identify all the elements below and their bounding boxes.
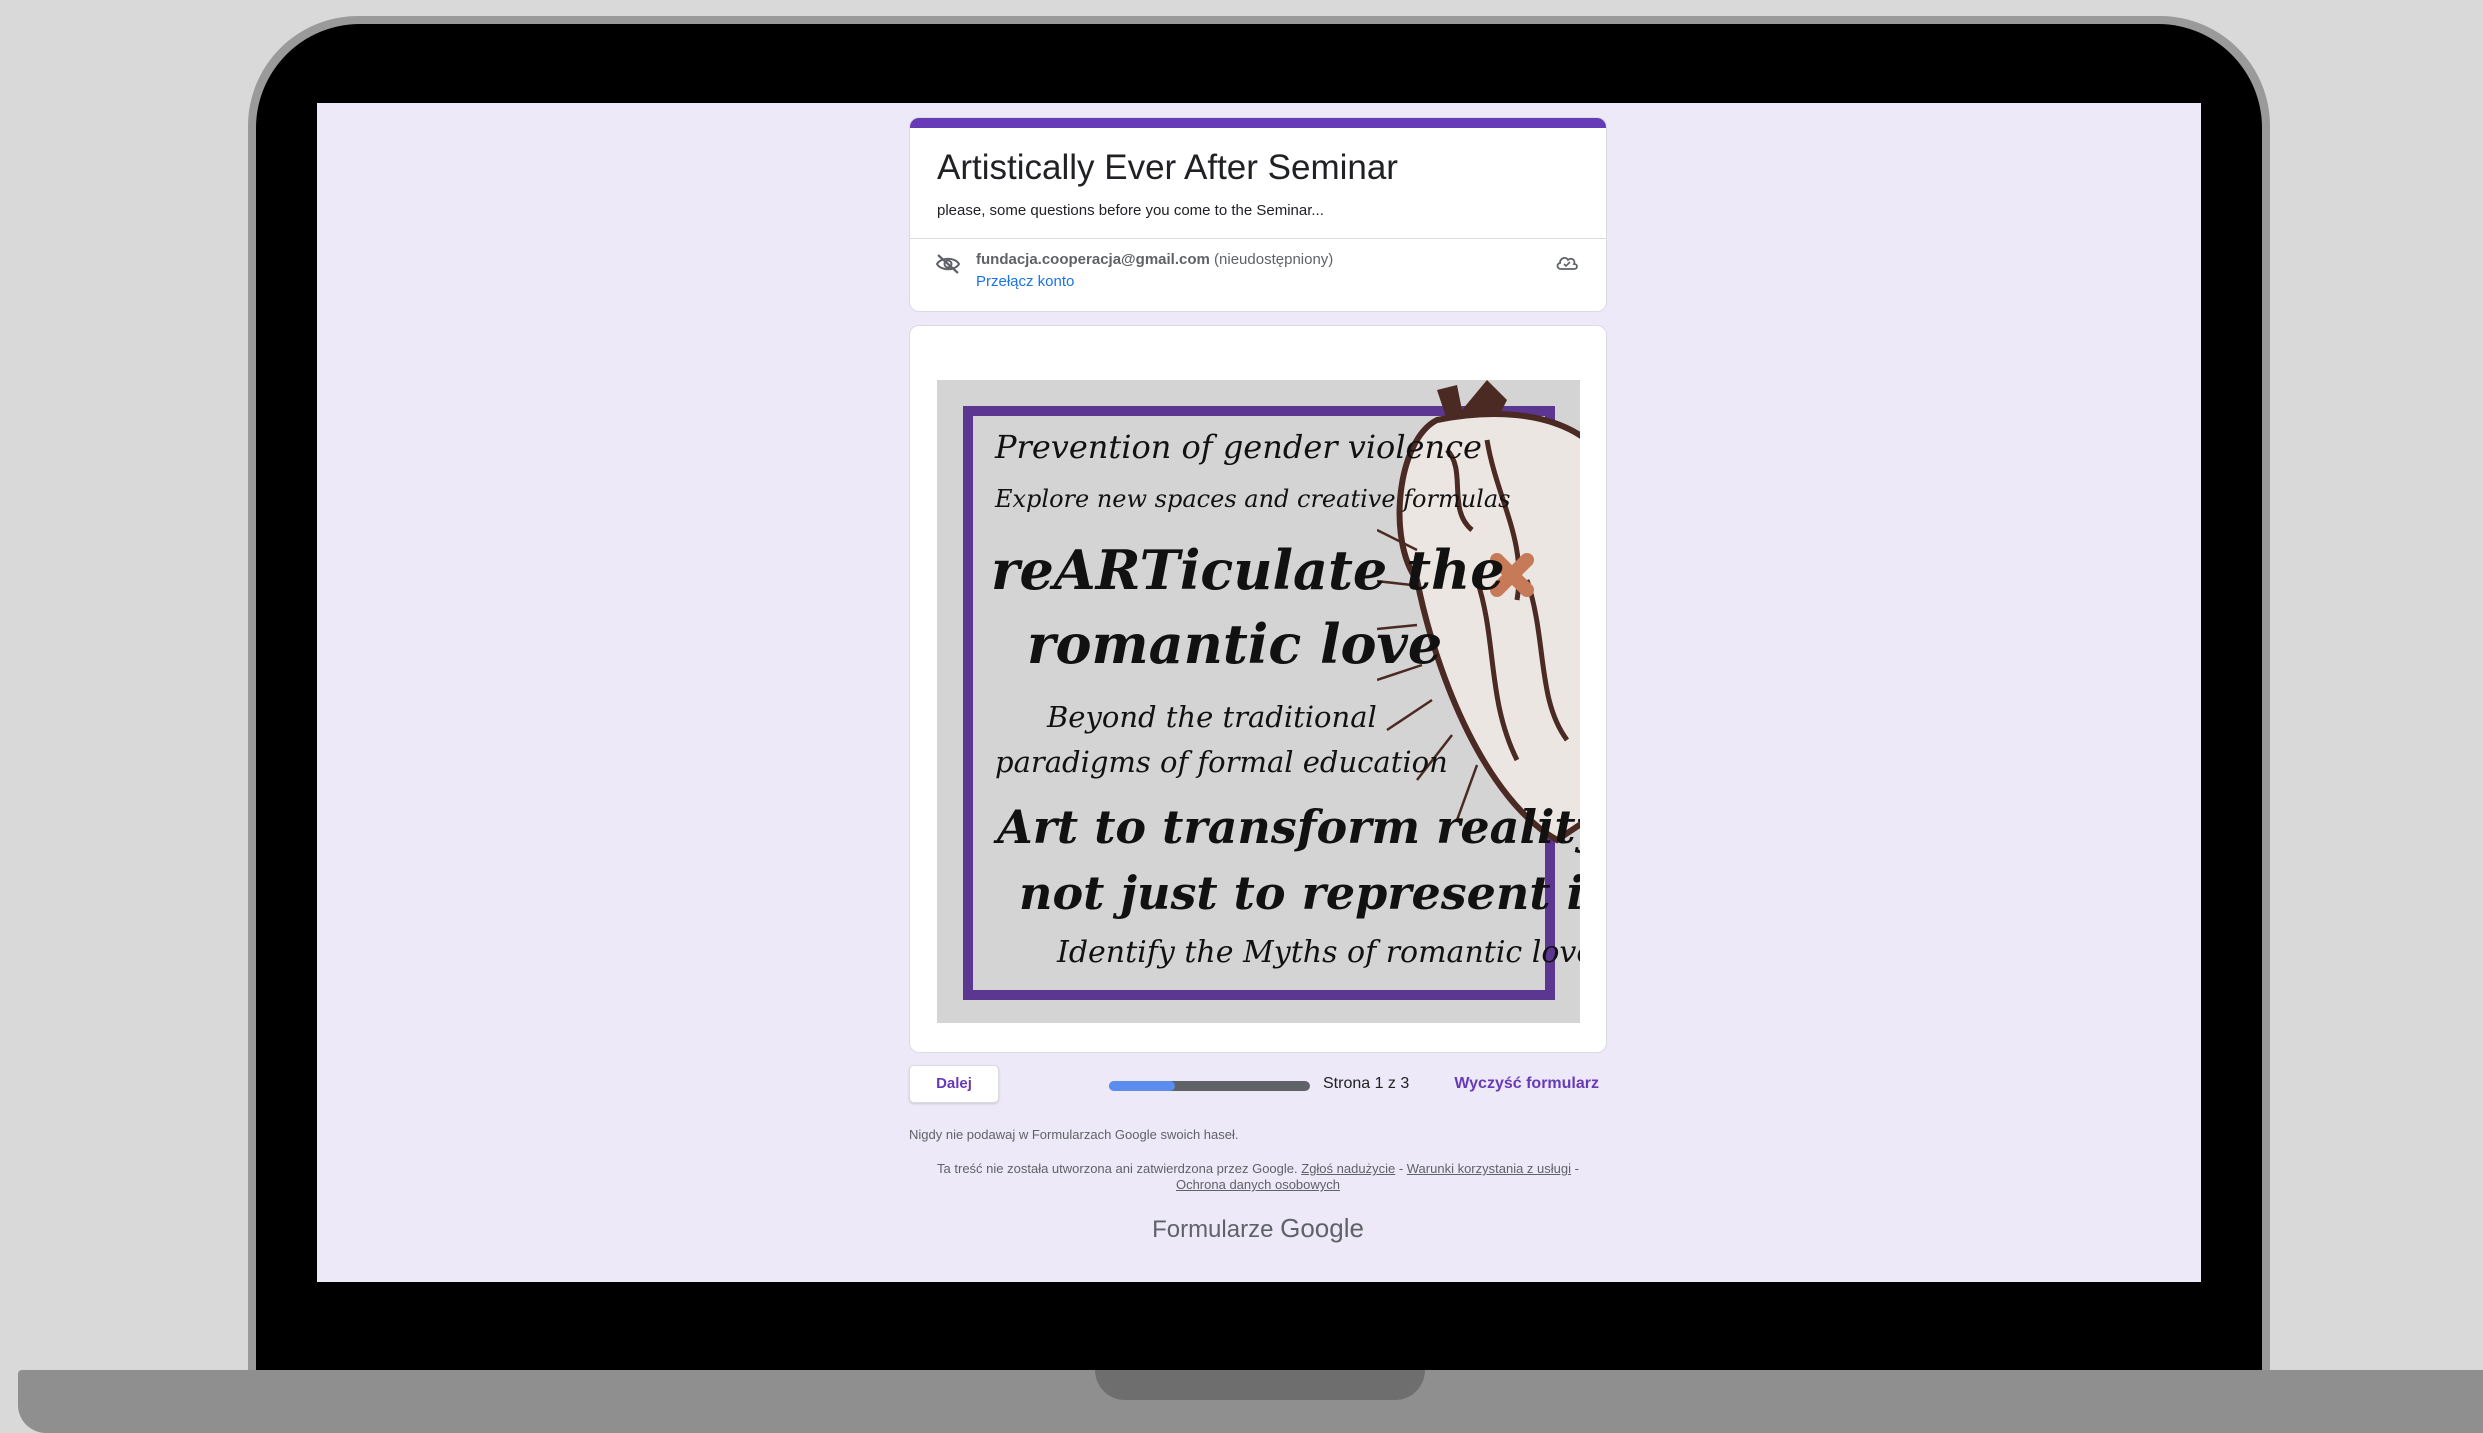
poster-line: Art to transform reality, [997, 800, 1580, 854]
account-row: fundacja.cooperacja@gmail.com (nieudostę… [910, 239, 1606, 311]
eye-off-icon [935, 254, 961, 274]
progress-bar-fill [1109, 1081, 1176, 1091]
form-navigation: Dalej Strona 1 z 3 Wyczyść formularz [909, 1065, 1607, 1105]
brand-google: Google [1280, 1213, 1364, 1243]
switch-account-link[interactable]: Przełącz konto [976, 273, 1074, 290]
password-warning: Nigdy nie podawaj w Formularzach Google … [909, 1127, 1239, 1142]
form-description: please, some questions before you come t… [937, 202, 1324, 219]
google-forms-logo[interactable]: Formularze Google [909, 1213, 1607, 1244]
poster-line: Explore new spaces and creative formulas [995, 485, 1511, 513]
seminar-poster-image: Prevention of gender violence Explore ne… [937, 380, 1580, 1023]
poster-line: Beyond the traditional [1047, 700, 1377, 734]
poster-line: Identify the Myths of romantic love [1057, 935, 1580, 970]
privacy-link[interactable]: Ochrona danych osobowych [1176, 1177, 1340, 1192]
screen: Artistically Ever After Seminar please, … [317, 103, 2201, 1282]
page-indicator: Strona 1 z 3 [1323, 1075, 1410, 1092]
laptop-mockup: Artistically Ever After Seminar please, … [0, 0, 2483, 1433]
account-email: fundacja.cooperacja@gmail.com [976, 251, 1210, 268]
account-email-line: fundacja.cooperacja@gmail.com (nieudostę… [976, 251, 1333, 268]
poster-line: Prevention of gender violence [995, 428, 1482, 466]
cloud-save-icon[interactable] [1555, 253, 1579, 273]
poster-line: paradigms of formal education [995, 745, 1448, 779]
report-abuse-link[interactable]: Zgłoś nadużycie [1301, 1161, 1395, 1176]
next-button[interactable]: Dalej [909, 1065, 999, 1103]
form-title: Artistically Ever After Seminar [937, 148, 1398, 187]
poster-line: not just to represent it [1019, 866, 1580, 920]
legal-prefix: Ta treść nie została utworzona ani zatwi… [937, 1161, 1298, 1176]
clear-form-button[interactable]: Wyczyść formularz [1454, 1075, 1599, 1093]
image-card: Prevention of gender violence Explore ne… [909, 325, 1607, 1053]
accent-stripe [910, 118, 1606, 128]
form-header-card: Artistically Ever After Seminar please, … [909, 117, 1607, 312]
brand-word: Formularze [1152, 1216, 1274, 1243]
progress-bar [1109, 1081, 1310, 1091]
terms-link[interactable]: Warunki korzystania z usługi [1407, 1161, 1571, 1176]
account-status: (nieudostępniony) [1214, 251, 1334, 268]
legal-notice: Ta treść nie została utworzona ani zatwi… [937, 1161, 1579, 1192]
poster-line: romantic love [1027, 612, 1443, 676]
poster-line: reARTiculate the [991, 538, 1505, 602]
laptop-notch [1095, 1370, 1425, 1400]
